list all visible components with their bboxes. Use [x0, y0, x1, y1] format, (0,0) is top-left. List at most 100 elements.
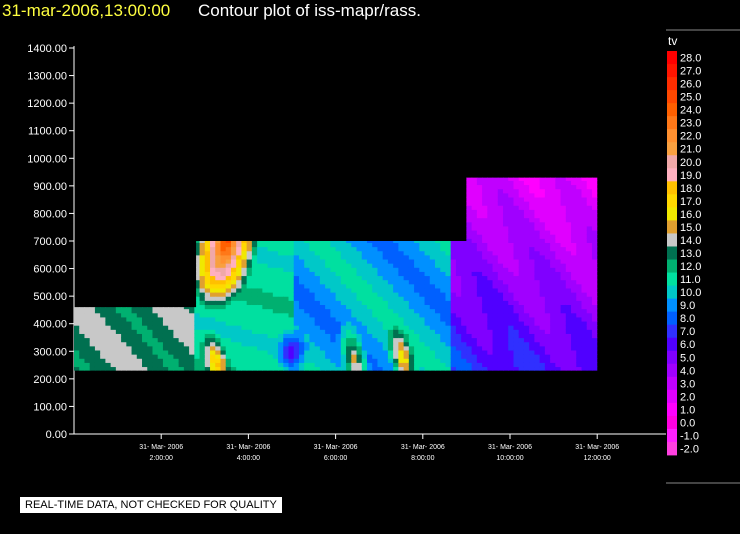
contour-cell [314, 258, 321, 264]
contour-cell [157, 225, 164, 231]
contour-cell [173, 325, 180, 330]
contour-cell [513, 312, 520, 318]
y-tick-label: 500.00 [33, 291, 67, 303]
contour-cell [335, 246, 342, 252]
contour-cell [518, 263, 525, 268]
contour-cell [560, 254, 567, 260]
contour-cell [492, 358, 499, 363]
contour-cell [74, 196, 80, 202]
contour-cell [325, 205, 331, 210]
contour-cell [257, 366, 263, 371]
contour-cell [74, 275, 80, 281]
contour-cell [492, 254, 499, 260]
contour-cell [518, 354, 525, 359]
contour-cell [126, 312, 133, 318]
contour-cell [288, 279, 295, 285]
contour-cell [361, 329, 368, 334]
contour-cell [408, 349, 415, 355]
contour-cell [445, 312, 452, 318]
contour-cell [210, 362, 216, 368]
contour-cell [126, 271, 133, 277]
contour-cell [550, 238, 556, 243]
contour-cell [403, 177, 410, 181]
contour-cell [429, 201, 436, 206]
contour-cell [194, 308, 201, 314]
contour-cell [225, 358, 232, 363]
contour-cell [482, 271, 488, 277]
contour-cell [597, 329, 603, 334]
contour-cell [74, 271, 80, 277]
contour-cell [152, 250, 159, 256]
contour-cell [424, 246, 431, 252]
contour-cell [576, 362, 583, 368]
contour-cell [89, 349, 96, 355]
contour-cell [497, 217, 504, 223]
contour-cell [503, 271, 509, 277]
contour-cell [586, 180, 593, 186]
contour-cell [550, 283, 556, 289]
contour-cell [518, 192, 525, 198]
contour-cell [346, 279, 352, 285]
contour-cell [560, 242, 567, 248]
contour-cell [74, 292, 80, 297]
contour-cell [408, 325, 415, 330]
contour-cell [267, 246, 274, 252]
contour-cell [382, 221, 389, 227]
contour-cell [225, 329, 232, 334]
contour-cell [487, 180, 494, 186]
contour-cell [94, 180, 101, 186]
contour-cell [110, 246, 117, 252]
contour-cell [361, 345, 368, 351]
contour-cell [136, 300, 143, 306]
contour-cell [304, 366, 311, 371]
contour-cell [330, 234, 337, 239]
contour-cell [278, 177, 284, 181]
contour-cell [157, 188, 164, 194]
contour-cell [183, 246, 190, 252]
contour-cell [183, 287, 190, 293]
contour-cell [325, 246, 331, 252]
contour-cell [529, 242, 536, 248]
contour-cell [325, 333, 331, 339]
contour-cell [246, 283, 253, 289]
contour-cell [523, 201, 530, 206]
contour-cell [435, 287, 441, 293]
contour-cell [283, 341, 290, 347]
contour-cell [257, 341, 263, 347]
contour-cell [487, 358, 494, 363]
contour-cell [340, 213, 347, 219]
contour-cell [398, 213, 405, 219]
contour-cell [340, 238, 347, 243]
contour-cell [246, 316, 253, 322]
contour-cell [513, 205, 520, 210]
contour-cell [283, 250, 290, 256]
contour-cell [555, 316, 562, 322]
contour-cell [461, 308, 467, 314]
contour-cell [398, 354, 405, 359]
contour-cell [597, 255, 603, 260]
contour-cell [272, 250, 279, 256]
contour-cell [74, 184, 80, 190]
contour-cell [372, 246, 379, 252]
contour-cell [597, 263, 603, 268]
contour-cell [565, 225, 572, 231]
contour-cell [471, 246, 478, 252]
contour-cell [518, 296, 525, 301]
contour-cell [246, 201, 253, 206]
contour-cell [450, 341, 457, 347]
contour-cell [246, 349, 253, 355]
contour-cell [298, 221, 305, 227]
contour-cell [597, 321, 603, 326]
contour-cell [560, 201, 567, 206]
contour-cell [372, 188, 379, 194]
contour-cell [178, 349, 185, 355]
contour-cell [440, 329, 447, 334]
contour-cell [346, 296, 352, 301]
contour-cell [330, 287, 337, 293]
contour-cell [487, 345, 494, 351]
contour-cell [576, 308, 583, 314]
contour-cell [142, 225, 148, 231]
contour-cell [414, 292, 420, 297]
contour-cell [100, 271, 106, 277]
contour-cell [424, 177, 431, 181]
